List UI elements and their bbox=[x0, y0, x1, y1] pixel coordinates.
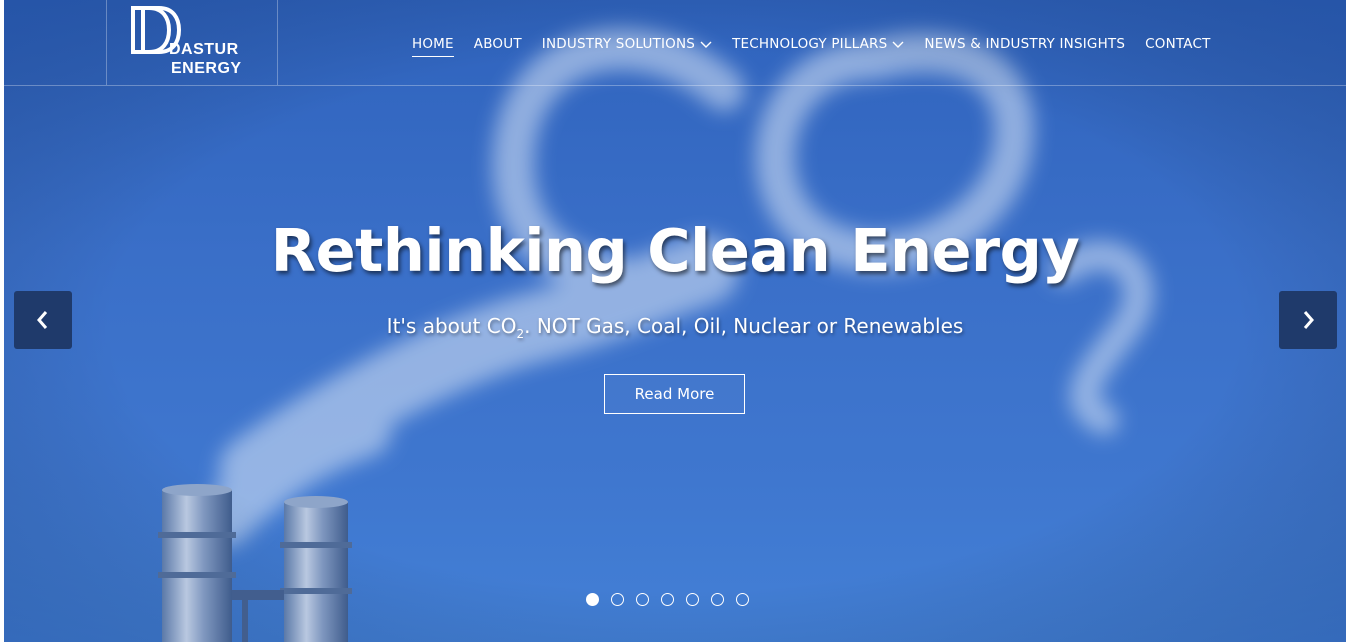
nav-contact[interactable]: CONTACT bbox=[1145, 36, 1210, 57]
chevron-right-icon bbox=[1303, 311, 1314, 329]
main-nav: HOME ABOUT INDUSTRY SOLUTIONS TECHNOLOGY… bbox=[412, 36, 1231, 57]
slider-dot[interactable] bbox=[661, 593, 674, 606]
chevron-down-icon bbox=[892, 41, 904, 48]
nav-technology-pillars[interactable]: TECHNOLOGY PILLARS bbox=[732, 36, 904, 57]
chevron-down-icon bbox=[700, 41, 712, 48]
nav-industry-solutions-label: INDUSTRY SOLUTIONS bbox=[541, 36, 696, 52]
slider-dot[interactable] bbox=[686, 593, 699, 606]
chimneys-image bbox=[158, 484, 352, 642]
slider-dot[interactable] bbox=[586, 593, 599, 606]
nav-about[interactable]: ABOUT bbox=[474, 36, 522, 57]
read-more-button[interactable]: Read More bbox=[604, 374, 745, 414]
slider-dot[interactable] bbox=[611, 593, 624, 606]
slider-prev-button[interactable] bbox=[14, 291, 72, 349]
slider-pagination bbox=[586, 593, 749, 606]
nav-news-insights-label: NEWS & INDUSTRY INSIGHTS bbox=[924, 36, 1126, 52]
slider-dot[interactable] bbox=[736, 593, 749, 606]
subheadline-subscript: 2 bbox=[516, 327, 525, 341]
slider-dot[interactable] bbox=[636, 593, 649, 606]
nav-technology-pillars-label: TECHNOLOGY PILLARS bbox=[732, 36, 888, 52]
nav-home[interactable]: HOME bbox=[412, 36, 454, 57]
subheadline-part2: . NOT Gas, Coal, Oil, Nuclear or Renewab… bbox=[524, 314, 964, 338]
slider-dot[interactable] bbox=[711, 593, 724, 606]
hero-slider: DASTUR ENERGY HOME ABOUT INDUSTRY SOLUTI… bbox=[4, 0, 1346, 642]
nav-news-insights[interactable]: NEWS & INDUSTRY INSIGHTS bbox=[924, 36, 1125, 57]
nav-contact-label: CONTACT bbox=[1145, 36, 1211, 52]
site-header: DASTUR ENERGY HOME ABOUT INDUSTRY SOLUTI… bbox=[4, 0, 1346, 86]
nav-home-label: HOME bbox=[412, 36, 454, 52]
hero-subheadline: It's about CO2. NOT Gas, Coal, Oil, Nucl… bbox=[4, 314, 1346, 341]
brand-name-line2: ENERGY bbox=[171, 60, 242, 77]
nav-about-label: ABOUT bbox=[473, 36, 522, 52]
logo-link[interactable]: DASTUR ENERGY bbox=[106, 0, 278, 85]
chevron-left-icon bbox=[37, 311, 48, 329]
nav-industry-solutions[interactable]: INDUSTRY SOLUTIONS bbox=[542, 36, 712, 57]
hero-headline: Rethinking Clean Energy bbox=[270, 216, 1080, 285]
slider-next-button[interactable] bbox=[1279, 291, 1337, 349]
brand-name-line1: DASTUR bbox=[169, 41, 239, 58]
subheadline-part1: It's about CO bbox=[386, 314, 517, 338]
